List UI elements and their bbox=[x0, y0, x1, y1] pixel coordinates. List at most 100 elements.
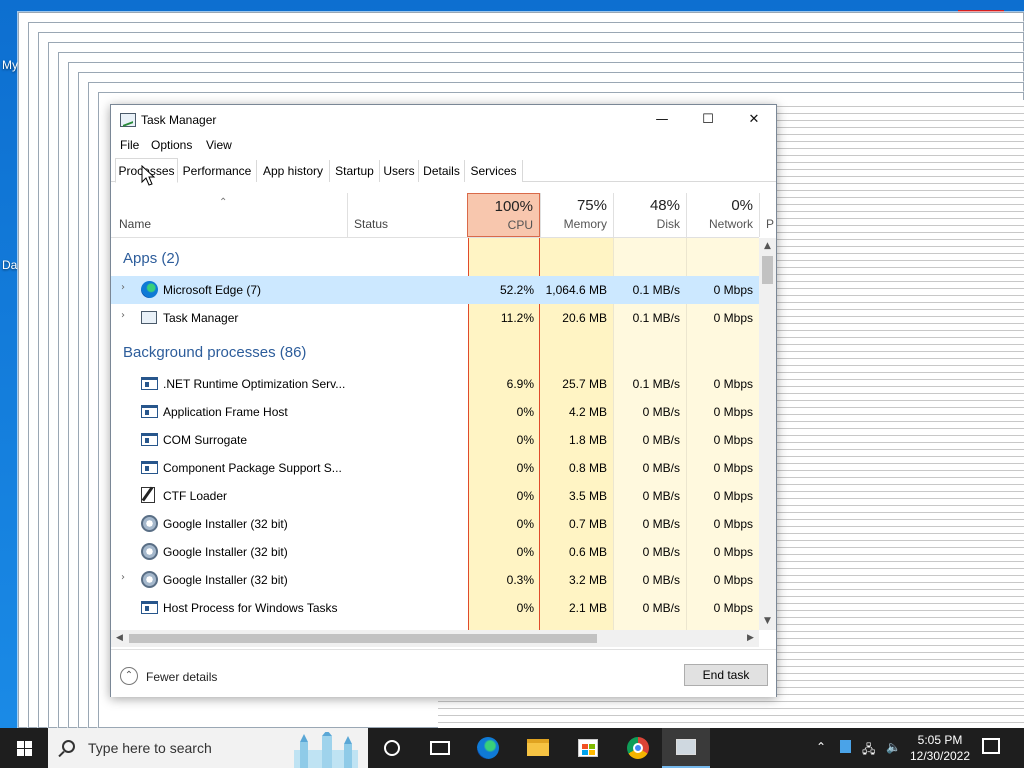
google-installer-icon bbox=[141, 543, 158, 560]
memory-value: 4.2 MB bbox=[568, 405, 607, 419]
desktop-icon-label[interactable]: My bbox=[2, 58, 18, 72]
maximize-button[interactable]: ☐ bbox=[685, 105, 731, 135]
title-bar[interactable]: Task Manager — ☐ ✕ bbox=[111, 105, 776, 135]
show-hidden-icons-chevron-icon[interactable]: ⌃ bbox=[816, 740, 826, 754]
column-header-name[interactable]: Name bbox=[119, 193, 347, 237]
notifications-icon[interactable] bbox=[982, 738, 1000, 754]
memory-value: 1.8 MB bbox=[568, 433, 607, 447]
table-row[interactable]: COM Surrogate 0% 1.8 MB 0 MB/s 0 Mbps bbox=[111, 426, 759, 454]
column-header-disk[interactable]: 48% Disk bbox=[613, 193, 686, 237]
expand-chevron-icon[interactable]: › bbox=[121, 572, 125, 583]
close-button[interactable]: ✕ bbox=[731, 105, 777, 135]
expand-chevron-icon[interactable]: › bbox=[121, 282, 125, 293]
table-row[interactable]: › Microsoft Edge (7) 52.2% 1,064.6 MB 0.… bbox=[111, 276, 759, 304]
tab-startup[interactable]: Startup bbox=[330, 160, 380, 182]
tab-users[interactable]: Users bbox=[380, 160, 419, 182]
table-row[interactable]: Google Installer (32 bit) 0% 0.6 MB 0 MB… bbox=[111, 538, 759, 566]
column-header-power[interactable]: P bbox=[759, 193, 776, 237]
disk-total-value: 48% bbox=[649, 197, 680, 214]
task-view-cortana-icon[interactable] bbox=[368, 728, 416, 768]
tab-app-history[interactable]: App history bbox=[257, 160, 330, 182]
memory-value: 0.8 MB bbox=[568, 461, 607, 475]
process-icon bbox=[141, 461, 158, 474]
mouse-cursor-icon bbox=[141, 165, 156, 186]
menu-file[interactable]: File bbox=[120, 138, 139, 152]
windows-logo-icon bbox=[25, 749, 32, 756]
table-row[interactable]: Google Installer (32 bit) 0% 0.7 MB 0 MB… bbox=[111, 510, 759, 538]
disk-value: 0.1 MB/s bbox=[632, 283, 680, 297]
footer-bar: ⌃ Fewer details End task bbox=[111, 649, 776, 697]
end-task-button[interactable]: End task bbox=[684, 664, 768, 686]
column-label-memory: Memory bbox=[563, 217, 607, 231]
memory-value: 2.1 MB bbox=[568, 601, 607, 615]
search-placeholder: Type here to search bbox=[88, 740, 212, 756]
network-value: 0 Mbps bbox=[713, 433, 753, 447]
expand-chevron-icon[interactable]: › bbox=[121, 310, 125, 321]
minimize-button[interactable]: — bbox=[639, 105, 685, 135]
task-manager-window: Task Manager — ☐ ✕ File Options View Pro… bbox=[110, 104, 777, 697]
column-label-status: Status bbox=[354, 217, 389, 231]
file-explorer-taskbar-icon[interactable] bbox=[514, 728, 562, 768]
start-button[interactable] bbox=[0, 728, 48, 768]
network-value: 0 Mbps bbox=[713, 461, 753, 475]
column-header-memory[interactable]: 75% Memory bbox=[540, 193, 613, 237]
volume-icon[interactable]: 🔈 bbox=[886, 740, 901, 754]
memory-value: 0.7 MB bbox=[568, 517, 607, 531]
scroll-left-icon[interactable]: ◀ bbox=[111, 630, 128, 647]
edge-icon bbox=[477, 737, 499, 759]
table-row[interactable]: Host Process for Windows Tasks 0% 2.1 MB… bbox=[111, 594, 759, 622]
table-row[interactable]: CTF Loader 0% 3.5 MB 0 MB/s 0 Mbps bbox=[111, 482, 759, 510]
table-row[interactable]: Application Frame Host 0% 4.2 MB 0 MB/s … bbox=[111, 398, 759, 426]
network-icon[interactable]: 🖧 bbox=[862, 740, 875, 761]
tray-app-icon[interactable] bbox=[840, 740, 851, 753]
disk-value: 0 MB/s bbox=[642, 405, 680, 419]
tab-services[interactable]: Services bbox=[465, 160, 523, 182]
menu-options[interactable]: Options bbox=[151, 138, 192, 152]
horizontal-scrollbar[interactable]: ◀ ▶ bbox=[111, 630, 759, 647]
table-row[interactable]: .NET Runtime Optimization Serv... 6.9% 2… bbox=[111, 370, 759, 398]
tab-performance[interactable]: Performance bbox=[178, 160, 257, 182]
vertical-scrollbar[interactable]: ▲ ▼ bbox=[759, 238, 776, 630]
group-header-background: Background processes (86) bbox=[123, 344, 307, 361]
column-header-status[interactable]: Status bbox=[347, 193, 467, 237]
table-row[interactable]: › Google Installer (32 bit) 0.3% 3.2 MB … bbox=[111, 566, 759, 594]
table-row[interactable]: › Task Manager 11.2% 20.6 MB 0.1 MB/s 0 … bbox=[111, 304, 759, 332]
cpu-value: 6.9% bbox=[506, 377, 534, 391]
process-icon bbox=[141, 377, 158, 390]
disk-value: 0 MB/s bbox=[642, 461, 680, 475]
chevron-up-circle-icon[interactable]: ⌃ bbox=[120, 667, 138, 685]
clock-date: 12/30/2022 bbox=[909, 749, 971, 763]
memory-value: 0.6 MB bbox=[568, 545, 607, 559]
store-taskbar-icon[interactable] bbox=[564, 728, 612, 768]
process-name: Google Installer (32 bit) bbox=[163, 517, 288, 531]
fewer-details-link[interactable]: Fewer details bbox=[146, 670, 217, 684]
system-clock[interactable]: 5:05 PM 12/30/2022 bbox=[900, 732, 980, 764]
task-view-icon[interactable] bbox=[416, 728, 464, 768]
taskbar-search-box[interactable]: Type here to search bbox=[48, 728, 368, 768]
process-name: Task Manager bbox=[163, 311, 239, 325]
folder-icon bbox=[527, 739, 549, 756]
tab-details[interactable]: Details bbox=[419, 160, 465, 182]
scroll-down-icon[interactable]: ▼ bbox=[759, 613, 776, 630]
column-header-cpu[interactable]: 100% CPU bbox=[467, 193, 540, 237]
disk-value: 0 MB/s bbox=[642, 573, 680, 587]
scroll-right-icon[interactable]: ▶ bbox=[742, 630, 759, 647]
memory-total-value: 75% bbox=[576, 197, 607, 214]
chrome-taskbar-icon[interactable] bbox=[614, 728, 662, 768]
memory-value: 20.6 MB bbox=[562, 311, 607, 325]
scroll-up-icon[interactable]: ▲ bbox=[759, 238, 776, 255]
table-row[interactable]: Component Package Support S... 0% 0.8 MB… bbox=[111, 454, 759, 482]
task-manager-taskbar-icon[interactable] bbox=[662, 728, 710, 768]
tab-strip: Processes Performance App history Startu… bbox=[111, 158, 776, 183]
disk-value: 0 MB/s bbox=[642, 601, 680, 615]
column-header-network[interactable]: 0% Network bbox=[686, 193, 759, 237]
menu-view[interactable]: View bbox=[206, 138, 232, 152]
horizontal-scroll-thumb[interactable] bbox=[129, 634, 597, 643]
network-value: 0 Mbps bbox=[713, 517, 753, 531]
edge-taskbar-icon[interactable] bbox=[464, 728, 512, 768]
cortana-circle-icon bbox=[384, 740, 400, 756]
vertical-scroll-thumb[interactable] bbox=[762, 256, 773, 284]
task-manager-icon bbox=[120, 113, 136, 127]
desktop-icon-label[interactable]: Da bbox=[2, 258, 17, 272]
network-value: 0 Mbps bbox=[713, 283, 753, 297]
